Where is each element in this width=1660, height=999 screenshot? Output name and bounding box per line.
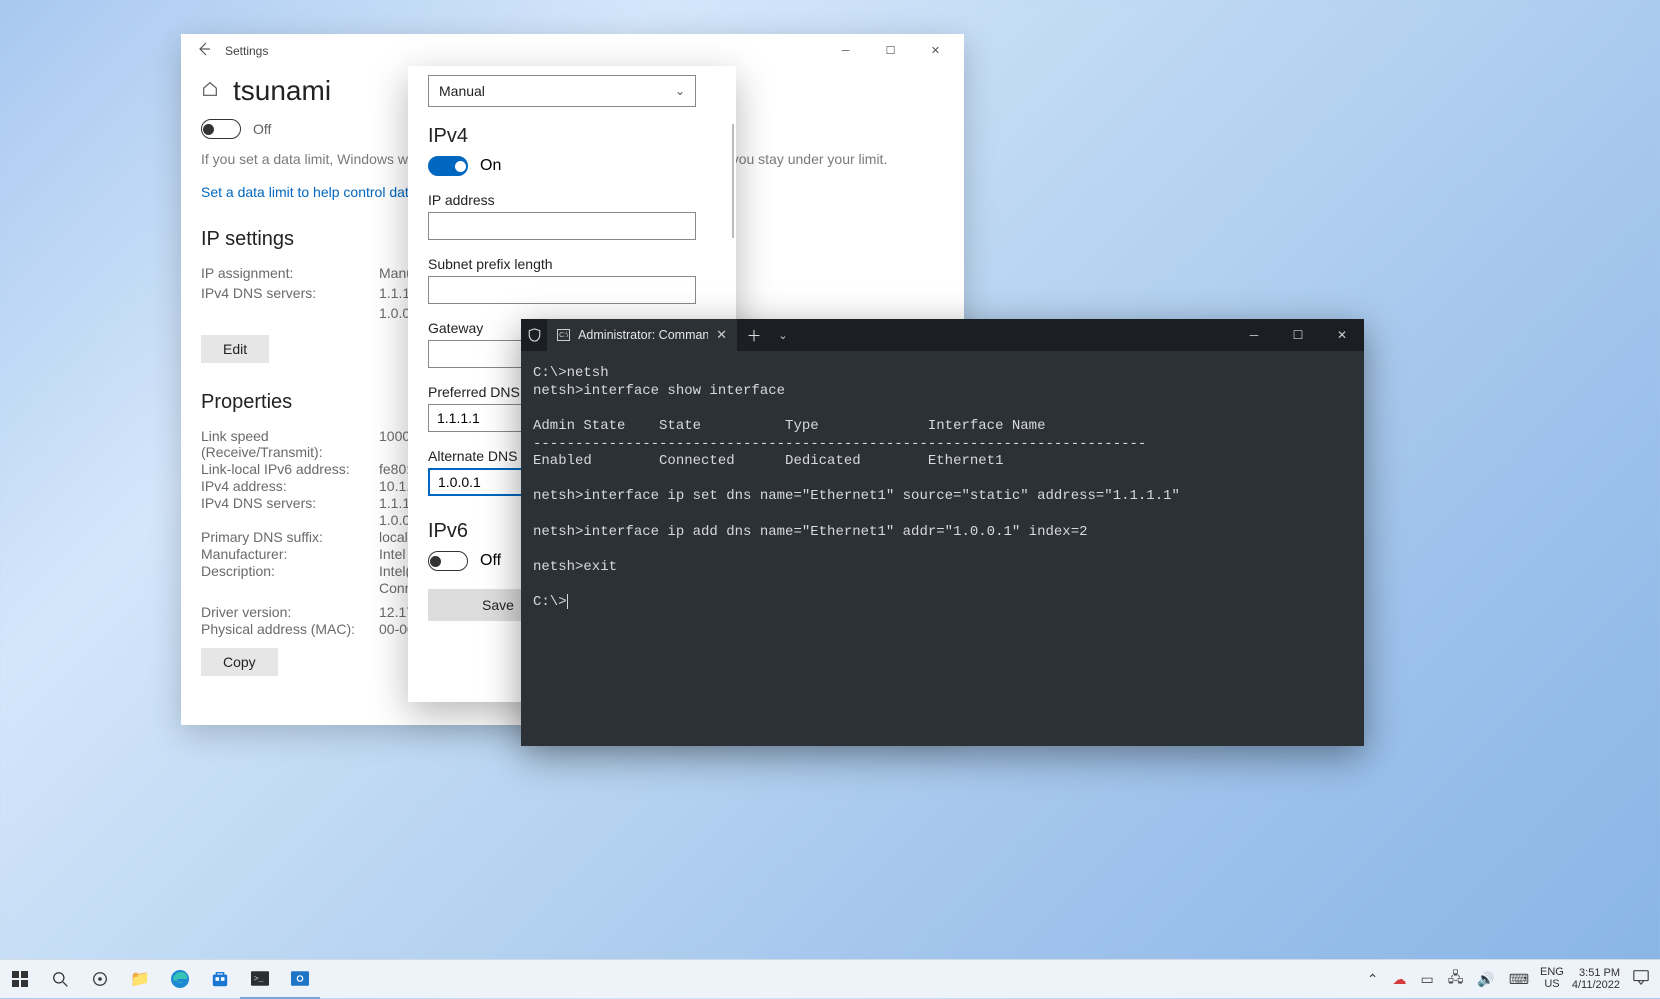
clock-date: 4/11/2022: [1572, 979, 1620, 991]
new-tab-button[interactable]: ＋: [737, 325, 771, 346]
taskbar: 📁 >_ ⌃ ☁ ▭ 🖧 🔊 ⌨ ENG US 3:51 PM 4/1: [0, 959, 1660, 998]
prop-key: [201, 580, 379, 596]
terminal-tabbar: C:\ Administrator: Command Prompt ✕ ＋ ⌄ …: [521, 319, 1364, 351]
prop-key: Description:: [201, 563, 379, 579]
settings-app-icon: [291, 971, 309, 986]
home-icon[interactable]: [201, 80, 219, 103]
terminal-window: C:\ Administrator: Command Prompt ✕ ＋ ⌄ …: [521, 319, 1364, 746]
ip-mode-value: Manual: [439, 83, 485, 99]
windows-icon: [12, 971, 28, 987]
search-button[interactable]: [40, 960, 80, 999]
ipv4-toggle[interactable]: [428, 156, 468, 176]
chevron-down-icon: ⌄: [675, 84, 685, 98]
prop-key: Link speed (Receive/Transmit):: [201, 428, 379, 460]
ipv6-toggle[interactable]: [428, 551, 468, 571]
settings-titlebar[interactable]: Settings ─ ☐ ✕: [181, 34, 964, 67]
task-view-icon: [91, 970, 109, 988]
maximize-button[interactable]: ☐: [868, 35, 913, 66]
terminal-icon: >_: [251, 971, 269, 986]
ip-assignment-label: IP assignment:: [201, 265, 379, 281]
svg-text:>_: >_: [254, 975, 264, 984]
prop-key: Link-local IPv6 address:: [201, 461, 379, 477]
terminal-minimize[interactable]: ─: [1232, 319, 1276, 351]
tab-close-icon[interactable]: ✕: [716, 327, 727, 343]
tray-overflow-icon[interactable]: ⌃: [1364, 971, 1382, 988]
dns-servers-label: IPv4 DNS servers:: [201, 285, 379, 301]
notification-icon: [1632, 968, 1650, 986]
ipv6-toggle-label: Off: [480, 552, 501, 570]
tray-meet-icon[interactable]: ▭: [1418, 971, 1437, 988]
ip-address-input[interactable]: [428, 212, 696, 240]
close-button[interactable]: ✕: [913, 35, 958, 66]
scrollbar[interactable]: [732, 124, 734, 238]
prop-key: [201, 512, 379, 528]
prop-key: Driver version:: [201, 604, 379, 620]
terminal-tab[interactable]: C:\ Administrator: Command Prompt ✕: [547, 319, 737, 351]
tray-clock[interactable]: 3:51 PM 4/11/2022: [1572, 967, 1620, 991]
taskbar-file-explorer[interactable]: 📁: [120, 960, 160, 999]
taskbar-edge[interactable]: [160, 960, 200, 999]
store-icon: [211, 970, 229, 988]
taskbar-terminal[interactable]: >_: [240, 960, 280, 999]
arrow-left-icon: [196, 41, 212, 57]
edge-icon: [170, 969, 190, 989]
prop-key: IPv4 address:: [201, 478, 379, 494]
ip-address-label: IP address: [428, 192, 716, 208]
start-button[interactable]: [0, 960, 40, 999]
cmd-icon: C:\: [557, 329, 570, 341]
window-title: Settings: [225, 44, 268, 58]
tray-network-icon[interactable]: 🖧: [1445, 967, 1467, 991]
terminal-maximize[interactable]: ☐: [1276, 319, 1320, 351]
shield-icon: [521, 328, 547, 342]
task-view-button[interactable]: [80, 960, 120, 999]
prop-key: Physical address (MAC):: [201, 621, 379, 637]
subnet-input[interactable]: [428, 276, 696, 304]
copy-button[interactable]: Copy: [201, 648, 278, 676]
tray-volume-icon[interactable]: 🔊: [1474, 971, 1497, 988]
taskbar-store[interactable]: [200, 960, 240, 999]
tray-keyboard-icon[interactable]: ⌨: [1506, 971, 1532, 988]
edit-button[interactable]: Edit: [201, 335, 269, 363]
ip-mode-dropdown[interactable]: Manual ⌄: [428, 75, 696, 107]
taskbar-settings[interactable]: [280, 960, 320, 999]
system-tray: ⌃ ☁ ▭ 🖧 🔊 ⌨ ENG US 3:51 PM 4/11/2022: [1364, 967, 1660, 991]
subnet-label: Subnet prefix length: [428, 256, 716, 272]
terminal-tab-title: Administrator: Command Prompt: [578, 328, 708, 342]
terminal-body[interactable]: C:\>netsh netsh>interface show interface…: [521, 351, 1364, 746]
terminal-close[interactable]: ✕: [1320, 319, 1364, 351]
tab-dropdown-icon[interactable]: ⌄: [771, 329, 795, 342]
search-icon: [52, 971, 69, 988]
ipv4-toggle-label: On: [480, 157, 501, 175]
tray-onedrive-icon[interactable]: ☁: [1390, 971, 1410, 988]
clock-time: 3:51 PM: [1572, 967, 1620, 979]
metered-toggle[interactable]: [201, 119, 241, 139]
prop-key: Primary DNS suffix:: [201, 529, 379, 545]
minimize-button[interactable]: ─: [823, 35, 868, 66]
lang-secondary: US: [1540, 979, 1564, 991]
network-name: tsunami: [233, 75, 331, 107]
prop-key: Manufacturer:: [201, 546, 379, 562]
folder-icon: 📁: [130, 969, 150, 989]
tray-notifications[interactable]: [1628, 968, 1654, 990]
ipv4-heading: IPv4: [428, 125, 716, 148]
tray-language[interactable]: ENG US: [1540, 967, 1564, 990]
metered-toggle-label: Off: [253, 121, 271, 137]
prop-key: IPv4 DNS servers:: [201, 495, 379, 511]
back-button[interactable]: [187, 41, 221, 60]
